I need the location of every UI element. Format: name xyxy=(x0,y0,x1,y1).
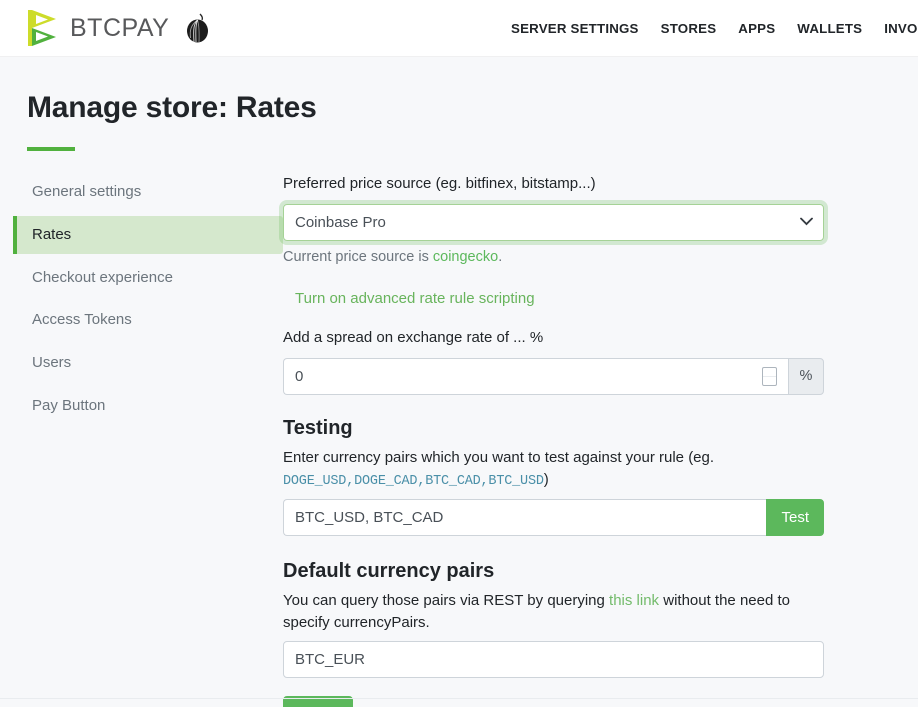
tor-onion-icon xyxy=(187,13,209,43)
main-navigation: SERVER SETTINGS STORES APPS WALLETS INVO… xyxy=(500,0,918,56)
testing-section-title: Testing xyxy=(283,416,353,439)
advanced-rate-scripting-link[interactable]: Turn on advanced rate rule scripting xyxy=(295,290,535,307)
nav-wallets[interactable]: WALLETS xyxy=(786,21,873,36)
price-source-label: Preferred price source (eg. bitfinex, bi… xyxy=(283,175,596,192)
current-price-source-suffix: . xyxy=(498,248,503,265)
nav-apps[interactable]: APPS xyxy=(727,21,786,36)
percent-addon: % xyxy=(788,357,824,395)
page-title: Manage store: Rates xyxy=(27,91,317,124)
current-price-source-prefix: Current price source is xyxy=(283,248,433,265)
footer-divider xyxy=(0,698,918,699)
current-price-source-text: Current price source is coingecko. xyxy=(283,247,824,269)
spread-label: Add a spread on exchange rate of ... % xyxy=(283,329,544,347)
number-spinner-icon[interactable] xyxy=(762,366,777,386)
page-layout: General settings Rates Checkout experien… xyxy=(0,151,918,707)
testing-desc-prefix: Enter currency pairs which you want to t… xyxy=(283,448,715,466)
testing-desc-suffix: ) xyxy=(543,470,549,488)
nav-invoices[interactable]: INVOICES xyxy=(873,21,918,36)
sidebar-item-pay-button[interactable]: Pay Button xyxy=(13,387,283,425)
sidebar-item-checkout-experience[interactable]: Checkout experience xyxy=(13,259,283,297)
sidebar-item-general-settings[interactable]: General settings xyxy=(13,173,283,211)
price-source-select-wrapper: Coinbase Pro xyxy=(283,203,824,241)
test-input-group: Test xyxy=(283,498,824,536)
default-pairs-description: You can query those pairs via REST by qu… xyxy=(283,590,824,634)
brand-text: BTCPAY xyxy=(70,13,170,42)
default-pairs-desc-prefix: You can query those pairs via REST by qu… xyxy=(283,591,610,609)
sidebar-item-users[interactable]: Users xyxy=(13,344,283,382)
store-settings-sidebar: General settings Rates Checkout experien… xyxy=(0,173,283,707)
rates-settings-form: Preferred price source (eg. bitfinex, bi… xyxy=(283,173,918,707)
testing-example-pairs: DOGE_USD,DOGE_CAD,BTC_CAD,BTC_USD xyxy=(283,473,544,489)
spread-input-group: % xyxy=(283,357,824,395)
sidebar-item-rates[interactable]: Rates xyxy=(13,215,283,254)
price-source-selected-value: Coinbase Pro xyxy=(295,213,386,231)
default-pairs-section-title: Default currency pairs xyxy=(283,559,495,582)
default-currency-pairs-input[interactable] xyxy=(283,640,824,678)
sidebar-item-access-tokens[interactable]: Access Tokens xyxy=(13,301,283,339)
top-navbar: BTCPAY SERVER SETTINGS STORES APPS WALLE… xyxy=(0,0,918,57)
coingecko-link[interactable]: coingecko xyxy=(433,249,498,265)
nav-server-settings[interactable]: SERVER SETTINGS xyxy=(500,21,650,36)
nav-stores[interactable]: STORES xyxy=(650,21,728,36)
testing-section-description: Enter currency pairs which you want to t… xyxy=(283,447,824,492)
price-source-select[interactable]: Coinbase Pro xyxy=(283,203,824,241)
spread-input[interactable] xyxy=(283,357,788,395)
rest-query-link[interactable]: this link xyxy=(609,592,659,609)
test-button[interactable]: Test xyxy=(766,498,824,536)
test-currency-pairs-input[interactable] xyxy=(283,498,767,536)
btcpay-logo-icon xyxy=(28,10,56,46)
brand-logo[interactable]: BTCPAY xyxy=(26,9,169,47)
page-header: Manage store: Rates xyxy=(0,57,918,151)
